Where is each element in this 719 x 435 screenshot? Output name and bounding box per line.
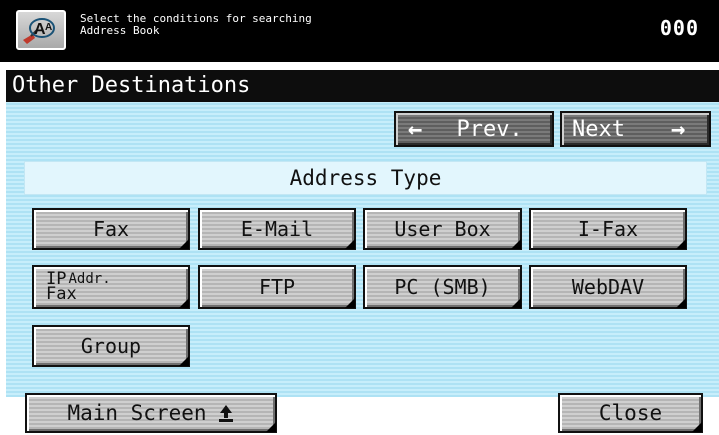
page-title: Other Destinations — [6, 70, 719, 102]
email-button[interactable]: E-Mail — [198, 208, 356, 250]
fax-button[interactable]: Fax — [32, 208, 190, 250]
job-counter: 000 — [659, 16, 699, 40]
group-button[interactable]: Group — [32, 325, 190, 367]
right-arrow-icon: → — [670, 115, 686, 143]
accessibility-icon: A A — [23, 18, 55, 44]
up-arrow-icon — [218, 405, 233, 422]
ftp-button[interactable]: FTP — [198, 265, 356, 309]
close-button[interactable]: Close — [558, 393, 703, 433]
webdav-button[interactable]: WebDAV — [529, 265, 687, 309]
ip-address-fax-label: IP Addr. Fax — [34, 271, 188, 304]
main-screen-button[interactable]: Main Screen — [25, 393, 277, 433]
svg-text:A: A — [45, 22, 52, 33]
section-header: Address Type — [24, 161, 707, 195]
ifax-button[interactable]: I-Fax — [529, 208, 687, 250]
top-status-bar: A A Select the conditions for searching A… — [0, 0, 719, 62]
left-arrow-icon: ← — [408, 115, 423, 143]
status-message-line2: Address Book — [80, 24, 160, 37]
next-button[interactable]: Next → — [560, 111, 711, 147]
next-label: Next — [572, 116, 625, 142]
ip-address-fax-button[interactable]: IP Addr. Fax — [32, 265, 190, 309]
prev-button[interactable]: ← Prev. — [394, 111, 554, 147]
user-box-button[interactable]: User Box — [363, 208, 522, 250]
pc-smb-button[interactable]: PC (SMB) — [363, 265, 522, 309]
prev-label: Prev. — [456, 116, 523, 142]
screen: A A Select the conditions for searching A… — [0, 0, 719, 435]
accessibility-button[interactable]: A A — [16, 10, 66, 50]
main-screen-label: Main Screen — [67, 401, 207, 425]
ip-fax-bottom: Fax — [46, 284, 77, 304]
status-message: Select the conditions for searching Addre… — [80, 13, 500, 37]
